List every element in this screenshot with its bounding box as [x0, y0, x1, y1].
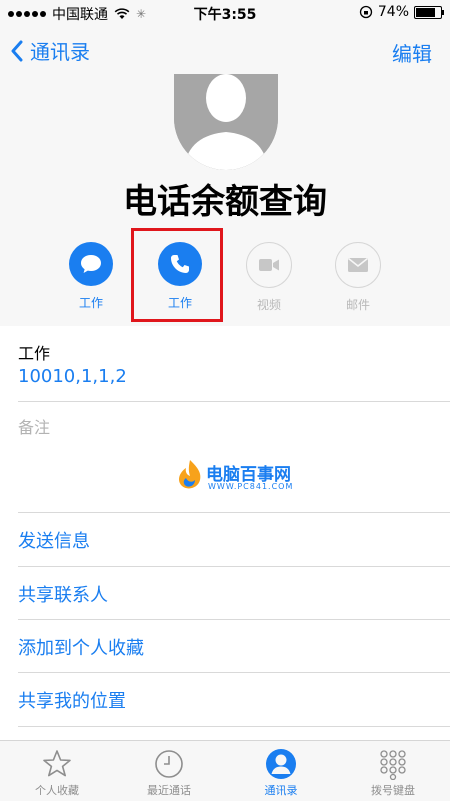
- phone-number[interactable]: 10010,1,1,2: [18, 366, 127, 387]
- video-button[interactable]: [246, 242, 292, 288]
- status-right: 74%: [359, 4, 444, 20]
- phone-number-row[interactable]: 工作 10010,1,1,2: [0, 326, 450, 402]
- message-icon: [81, 255, 101, 273]
- phone-label: 工作: [18, 344, 51, 363]
- person-silhouette-icon: [174, 74, 278, 170]
- divider: [18, 619, 450, 620]
- video-action-label: 视频: [256, 298, 281, 312]
- tab-keypad[interactable]: 拨号键盘: [348, 747, 438, 798]
- clock-icon: [155, 750, 183, 778]
- back-label: 通讯录: [30, 40, 90, 64]
- avatar: [174, 74, 278, 170]
- tab-contacts[interactable]: 通讯录: [236, 747, 326, 798]
- tab-bar: 个人收藏 最近通话 通讯录 拨号键盘: [0, 740, 450, 801]
- tab-recents[interactable]: 最近通话: [124, 747, 214, 798]
- contact-name: 电话余额查询: [123, 182, 327, 222]
- chevron-left-icon: [11, 40, 23, 61]
- highlight-box: [131, 228, 223, 322]
- video-action[interactable]: 视频: [234, 242, 304, 313]
- send-message-link[interactable]: 发送信息: [18, 527, 90, 553]
- contact-header: 电话余额查询 工作 工作 视频 邮件: [0, 74, 450, 326]
- message-button[interactable]: [69, 242, 113, 286]
- mail-icon: [348, 257, 368, 272]
- star-icon: [43, 750, 71, 777]
- divider: [18, 512, 450, 513]
- share-contact-link[interactable]: 共享联系人: [18, 581, 108, 607]
- tab-contacts-label: 通讯录: [264, 784, 298, 797]
- tab-favorites-label: 个人收藏: [35, 784, 79, 797]
- keypad-icon: [380, 750, 406, 780]
- share-location-link[interactable]: 共享我的位置: [18, 687, 126, 713]
- watermark-logo: 电脑百事网 WWW.PC841.COM: [176, 458, 306, 494]
- divider: [18, 566, 450, 567]
- add-to-favorites-link[interactable]: 添加到个人收藏: [18, 634, 144, 660]
- tab-recents-label: 最近通话: [147, 784, 191, 797]
- back-button[interactable]: 通讯录: [10, 36, 90, 65]
- tab-favorites[interactable]: 个人收藏: [12, 747, 102, 798]
- rotation-lock-icon: [359, 5, 373, 19]
- message-action-label: 工作: [78, 296, 103, 310]
- notes-label[interactable]: 备注: [18, 414, 50, 438]
- tab-keypad-label: 拨号键盘: [371, 784, 415, 797]
- battery-icon: [414, 5, 444, 19]
- flame-logo-icon: [179, 460, 201, 489]
- message-action[interactable]: 工作: [56, 242, 126, 311]
- battery-percent: 74%: [377, 4, 409, 20]
- mail-button[interactable]: [335, 242, 381, 288]
- watermark-url: WWW.PC841.COM: [208, 482, 294, 491]
- navigation-bar: 通讯录 编辑: [0, 26, 450, 75]
- contact-actions: 工作 工作 视频 邮件: [0, 238, 450, 318]
- video-icon: [259, 259, 279, 271]
- edit-button[interactable]: 编辑: [392, 38, 432, 67]
- mail-action-label: 邮件: [345, 298, 370, 312]
- battery-fill: [416, 7, 436, 17]
- status-bar: 中国联通 ✳ 下午3:55 74%: [0, 0, 450, 26]
- mail-action[interactable]: 邮件: [323, 242, 393, 313]
- divider: [18, 726, 450, 727]
- divider: [18, 672, 450, 673]
- divider: [18, 401, 450, 402]
- person-icon: [266, 749, 296, 779]
